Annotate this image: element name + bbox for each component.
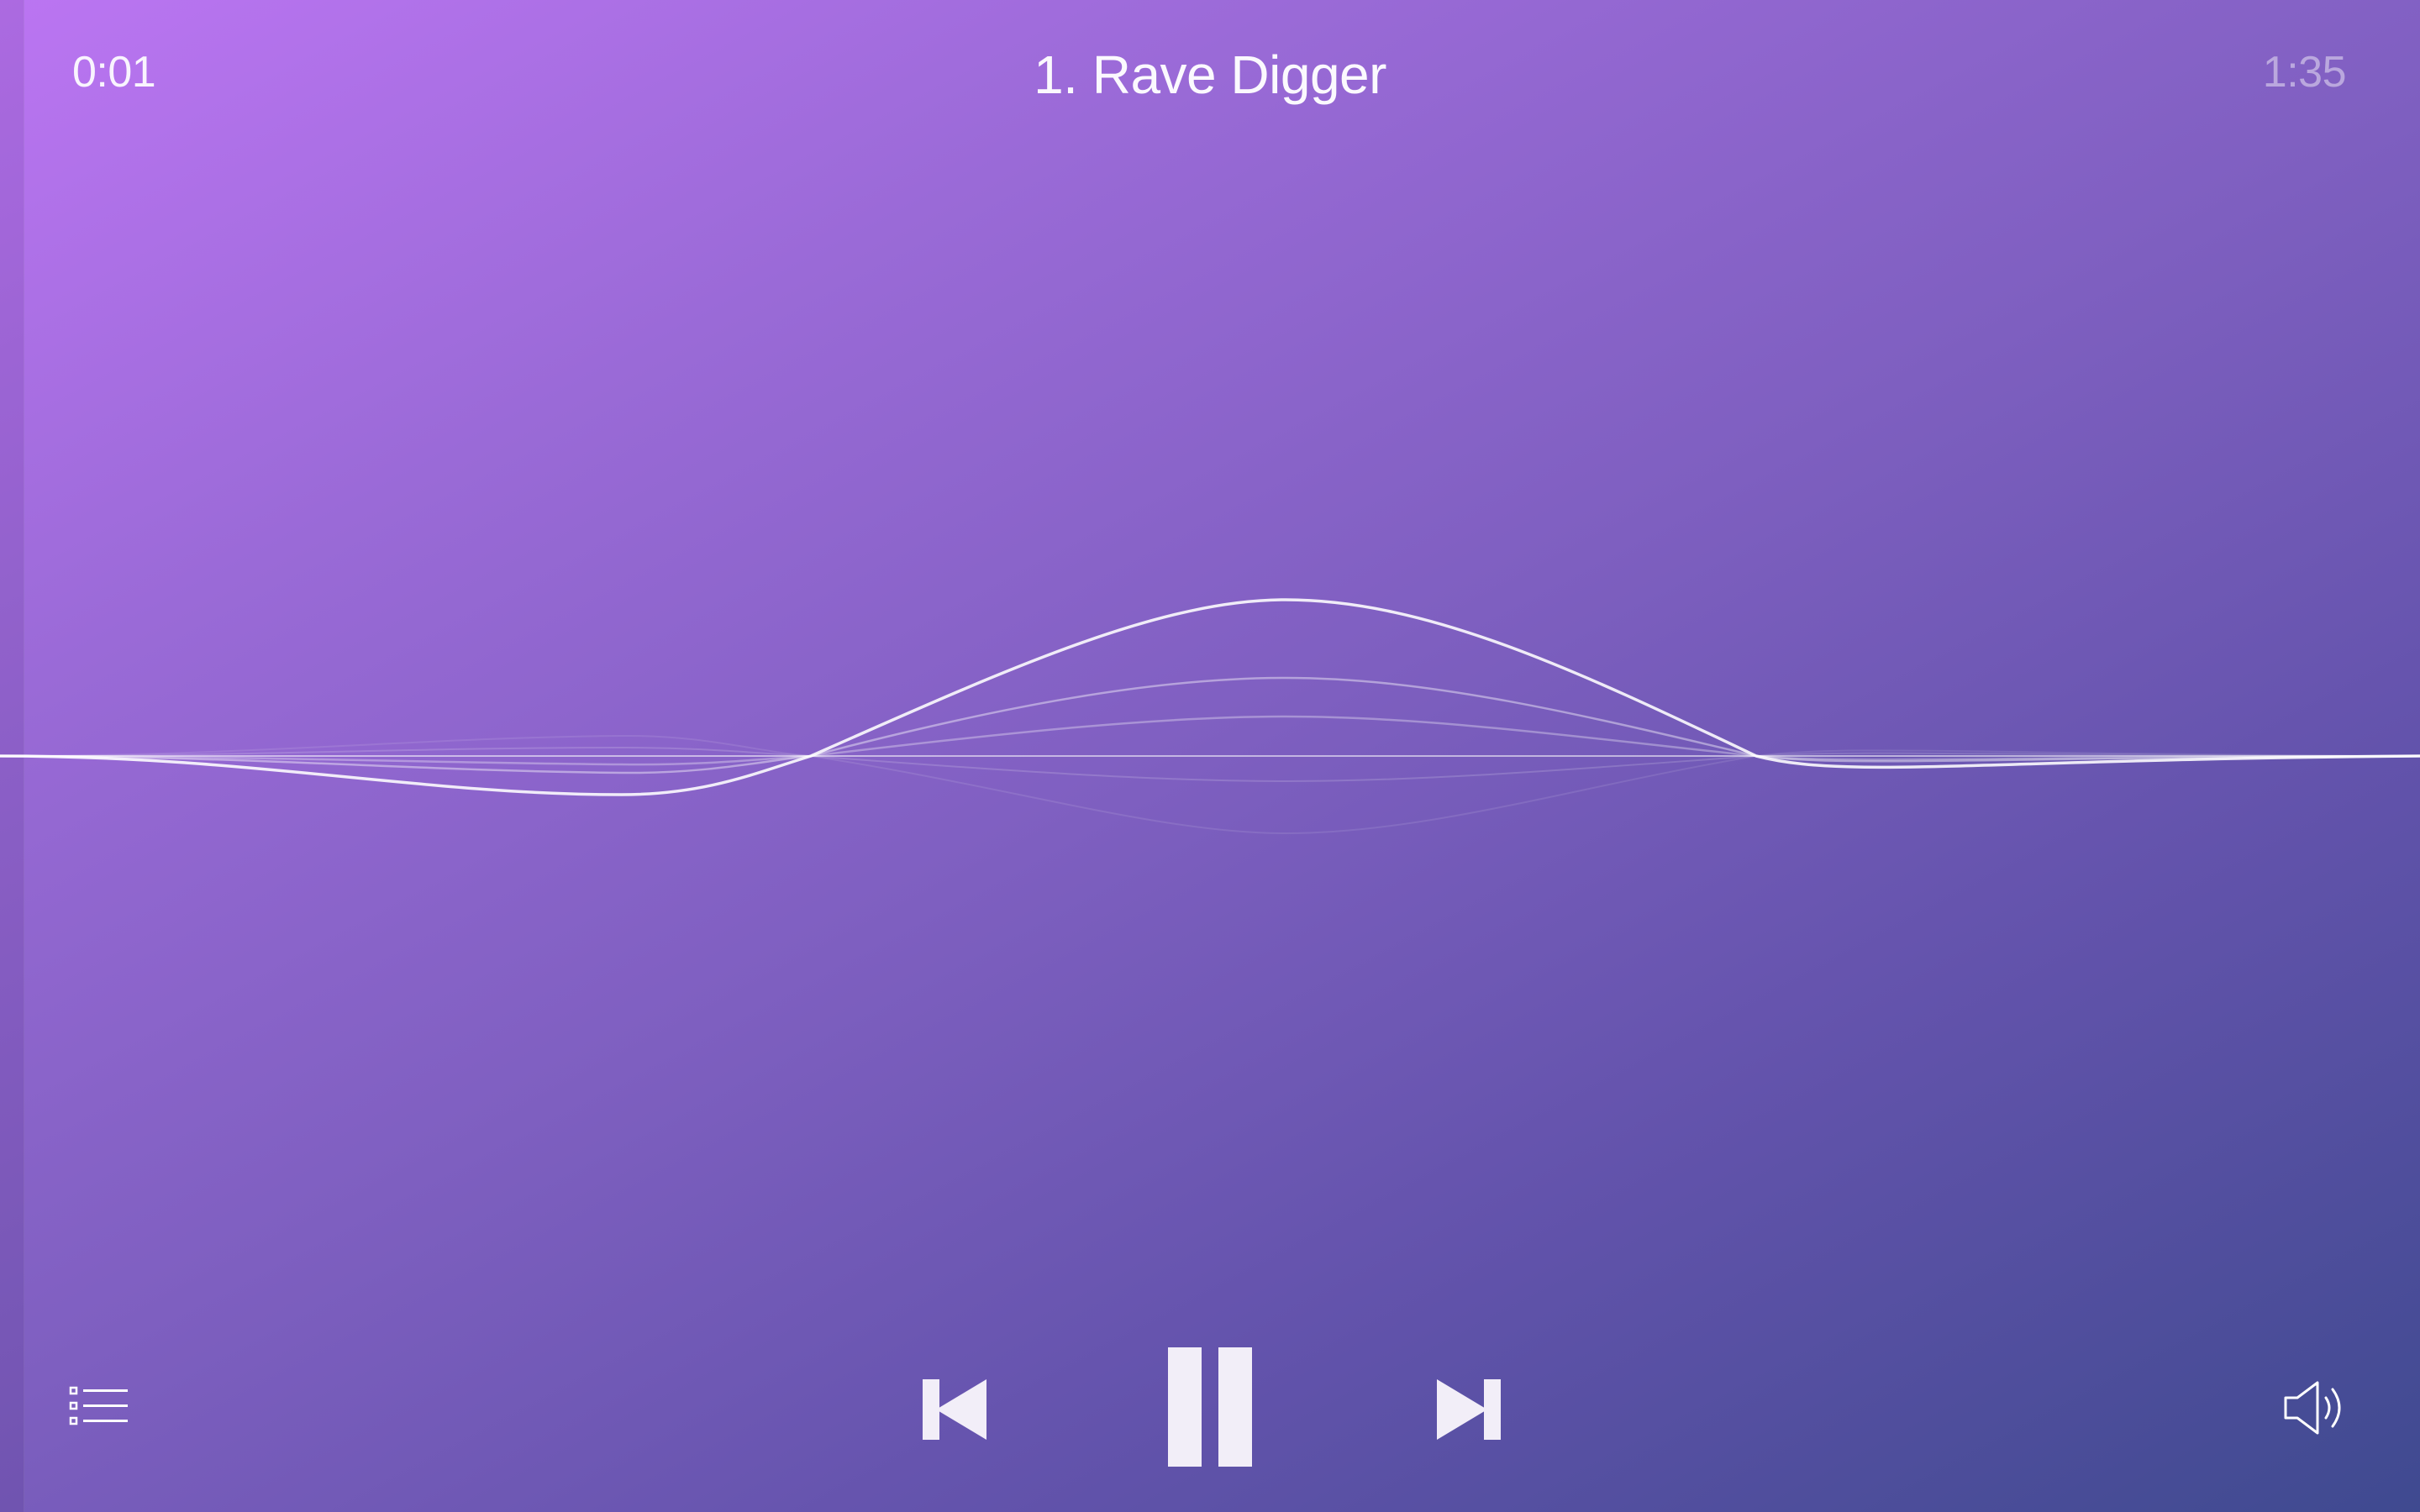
pause-button[interactable] (1160, 1344, 1260, 1470)
track-title[interactable]: 1. Rave Digger (1034, 45, 1386, 105)
music-player: 0:01 1. Rave Digger 1:35 (0, 0, 2420, 1512)
speaker-icon (2284, 1381, 2341, 1435)
pause-icon (1168, 1347, 1252, 1467)
skip-forward-icon (1437, 1379, 1501, 1440)
next-track-button[interactable] (1430, 1371, 1507, 1448)
waveform-line-mid-1 (0, 715, 2420, 766)
list-icon (69, 1386, 128, 1425)
previous-track-button[interactable] (916, 1371, 993, 1448)
waveform-visualizer (0, 598, 2420, 835)
elapsed-time: 0:01 (72, 48, 156, 97)
track-duration: 1:35 (2262, 48, 2347, 97)
playlist-button[interactable] (69, 1383, 129, 1430)
waveform-line-mid-2 (0, 676, 2420, 774)
skip-back-icon (923, 1379, 986, 1440)
volume-button[interactable] (2282, 1376, 2348, 1440)
track-title-wrapper: 1. Rave Digger (0, 44, 2420, 106)
